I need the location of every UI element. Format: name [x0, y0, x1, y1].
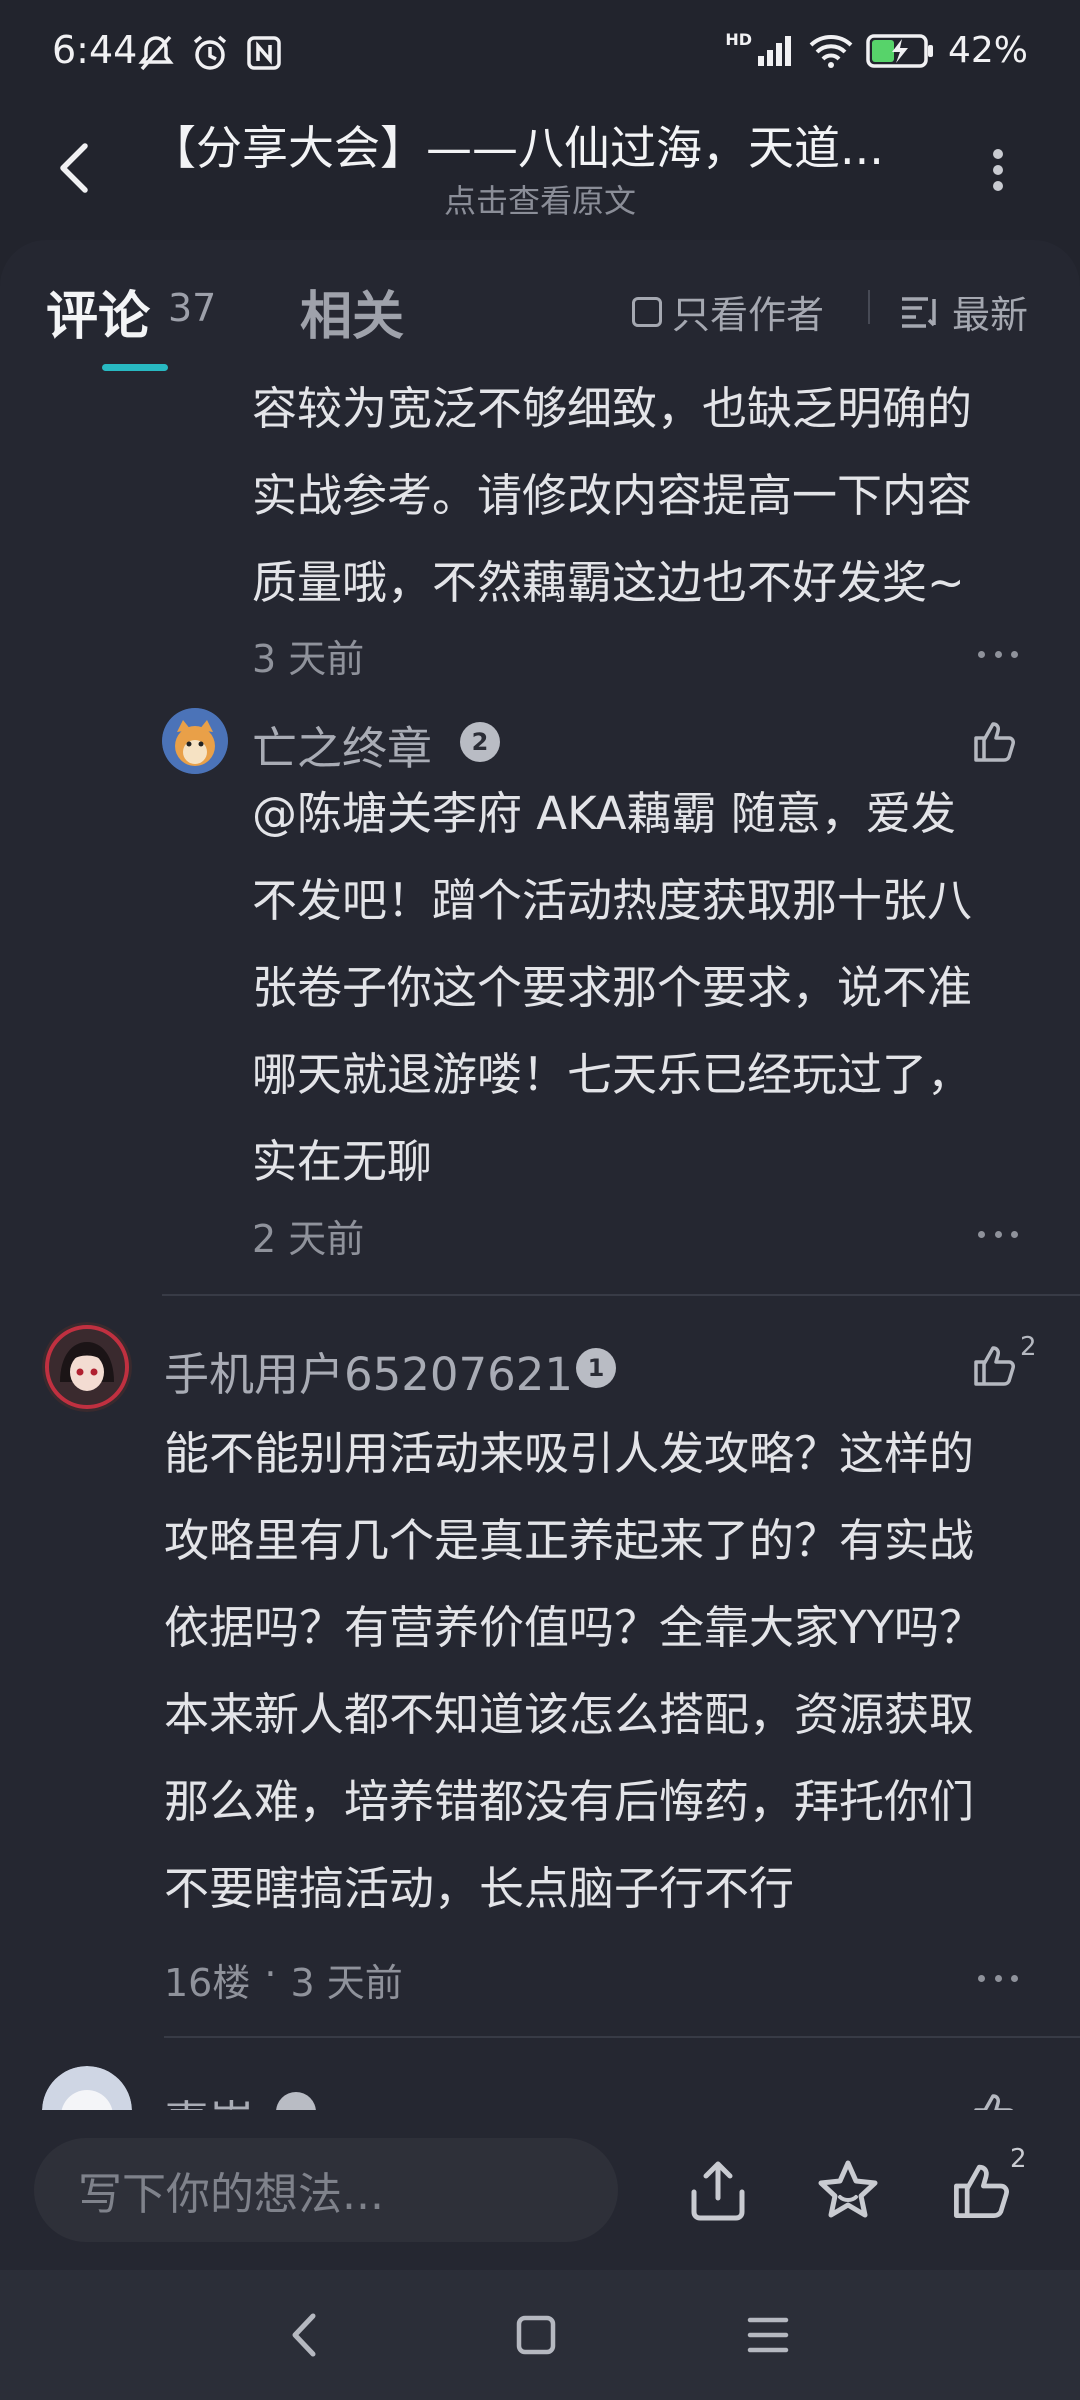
- thumbs-up-icon: [974, 2094, 1014, 2110]
- nav-home-icon: [516, 2315, 556, 2355]
- avatar[interactable]: [42, 1322, 132, 1412]
- comment-line: @陈塘关李府 AKA藕霸 随意，爱发: [252, 787, 956, 840]
- more-horizontal-icon[interactable]: [978, 1968, 1018, 1988]
- comment-line: 实战参考。请修改内容提高一下内容: [252, 469, 973, 522]
- nav-menu-button[interactable]: [718, 2290, 818, 2380]
- avatar-image: [42, 1322, 132, 1412]
- checkbox-icon: [632, 296, 662, 327]
- view-original-link[interactable]: 点击查看原文: [0, 176, 1080, 222]
- wifi-icon: [809, 34, 853, 68]
- alarm-icon: [193, 35, 227, 70]
- sort-label: 最新: [952, 293, 1029, 337]
- status-right-icons: HD 42%: [725, 30, 1028, 71]
- more-horizontal-icon[interactable]: [978, 644, 1018, 664]
- divider: [164, 2036, 1080, 2038]
- thumbs-up-icon: [974, 722, 1015, 762]
- battery-percent: 42%: [947, 30, 1028, 71]
- more-horizontal-icon[interactable]: [978, 1224, 1018, 1244]
- comment-item-partial: 喜崇: [0, 2060, 1080, 2110]
- level-badge: 2: [460, 722, 500, 762]
- favorite-button[interactable]: [808, 2150, 888, 2230]
- comment-line: 张卷子你这个要求那个要求，说不准: [252, 961, 973, 1014]
- sort-button[interactable]: 最新: [900, 284, 1028, 339]
- status-time: 6:44: [52, 28, 138, 72]
- comment-input[interactable]: 写下你的想法...: [34, 2138, 618, 2242]
- comment-meta: 16楼 · 3 天前: [164, 1952, 403, 2007]
- nav-menu-icon: [747, 2317, 789, 2353]
- level-badge: 1: [576, 1348, 616, 1388]
- more-vertical-icon: [993, 149, 1003, 191]
- comment-body: 能不能别用活动来吸引人发攻略？这样的 攻略里有几个是真正养起来了的？有实战 依据…: [164, 1410, 984, 1932]
- username[interactable]: 手机用户65207621: [164, 1338, 573, 1403]
- level-badge: [276, 2092, 316, 2110]
- nfc-icon: [247, 36, 281, 70]
- tab-active-indicator: [102, 364, 168, 371]
- tab-comments-count: 37: [168, 286, 217, 330]
- comment-line: 不要瞎搞活动，长点脑子行不行: [164, 1862, 795, 1915]
- bell-off-icon: [138, 35, 174, 71]
- only-author-label: 只看作者: [672, 293, 825, 337]
- more-options-button[interactable]: [970, 130, 1026, 210]
- level-number: 1: [587, 1354, 605, 1382]
- comment-line: 质量哦，不然藕霸这边也不好发奖~: [252, 556, 965, 609]
- comment-line: 那么难，培养错都没有后悔药，拜托你们: [164, 1775, 975, 1828]
- like-button[interactable]: [972, 718, 1018, 768]
- post-like-count: 2: [1010, 2144, 1027, 2174]
- tab-divider: [868, 290, 870, 324]
- comment-line: 依据吗？有营养价值吗？全靠大家YY吗？: [164, 1601, 984, 1654]
- comment-time: 3 天前: [290, 1961, 403, 2005]
- username[interactable]: 喜崇: [164, 2086, 254, 2110]
- status-notification-icons: [136, 30, 284, 76]
- tab-related[interactable]: 相关: [300, 274, 404, 349]
- like-button[interactable]: [972, 2090, 1018, 2110]
- meta-separator: ·: [264, 1952, 277, 1996]
- comment-line: 攻略里有几个是真正养起来了的？有实战: [164, 1514, 975, 1567]
- comment-input-placeholder: 写下你的想法...: [78, 2169, 384, 2220]
- avatar-image: [42, 2066, 132, 2110]
- reply-time: 2 天前: [252, 1217, 365, 1261]
- sort-icon: [902, 296, 936, 328]
- comment-line: 不发吧！蹭个活动热度获取那十张八: [252, 874, 973, 927]
- floor-number: 16楼: [164, 1961, 251, 2005]
- avatar[interactable]: [42, 2066, 132, 2110]
- only-author-toggle[interactable]: 只看作者: [632, 284, 824, 339]
- comment-line: 容较为宽泛不够细致，也缺乏明确的: [252, 382, 973, 435]
- username[interactable]: 亡之终章: [252, 712, 432, 777]
- nav-home-button[interactable]: [486, 2290, 586, 2380]
- thumbs-up-icon: [974, 1346, 1015, 1386]
- avatar[interactable]: [162, 708, 228, 774]
- avatar-image: [162, 708, 228, 774]
- network-hd-label: HD: [725, 30, 752, 49]
- like-button[interactable]: [972, 1342, 1018, 1392]
- reply-time: 3 天前: [252, 637, 365, 681]
- page-title[interactable]: 【分享大会】——八仙过海，天道...: [150, 112, 930, 178]
- reply-body: @陈塘关李府 AKA藕霸 随意，爱发 不发吧！蹭个活动热度获取那十张八 张卷子你…: [252, 770, 972, 1205]
- star-icon: [818, 2160, 878, 2218]
- thumbs-up-icon: [954, 2164, 1009, 2218]
- battery-charging-icon: [866, 33, 933, 68]
- comment-line: 本来新人都不知道该怎么搭配，资源获取: [164, 1688, 975, 1741]
- comment-line: 能不能别用活动来吸引人发攻略？这样的: [164, 1427, 975, 1480]
- reply-body: 容较为宽泛不够细致，也缺乏明确的 实战参考。请修改内容提高一下内容 质量哦，不然…: [252, 365, 972, 626]
- share-icon: [691, 2161, 745, 2221]
- divider: [162, 1294, 1080, 1296]
- level-number: 2: [471, 728, 489, 756]
- comment-line: 哪天就退游喽！七天乐已经玩过了，: [252, 1048, 973, 1101]
- comment-line: 实在无聊: [252, 1135, 433, 1188]
- tab-comments[interactable]: 评论: [46, 274, 150, 349]
- nav-back-button[interactable]: [254, 2290, 354, 2380]
- nav-back-icon: [292, 2313, 316, 2357]
- share-button[interactable]: [678, 2150, 758, 2230]
- like-count: 2: [1020, 1332, 1037, 1362]
- signal-icon: [757, 35, 791, 66]
